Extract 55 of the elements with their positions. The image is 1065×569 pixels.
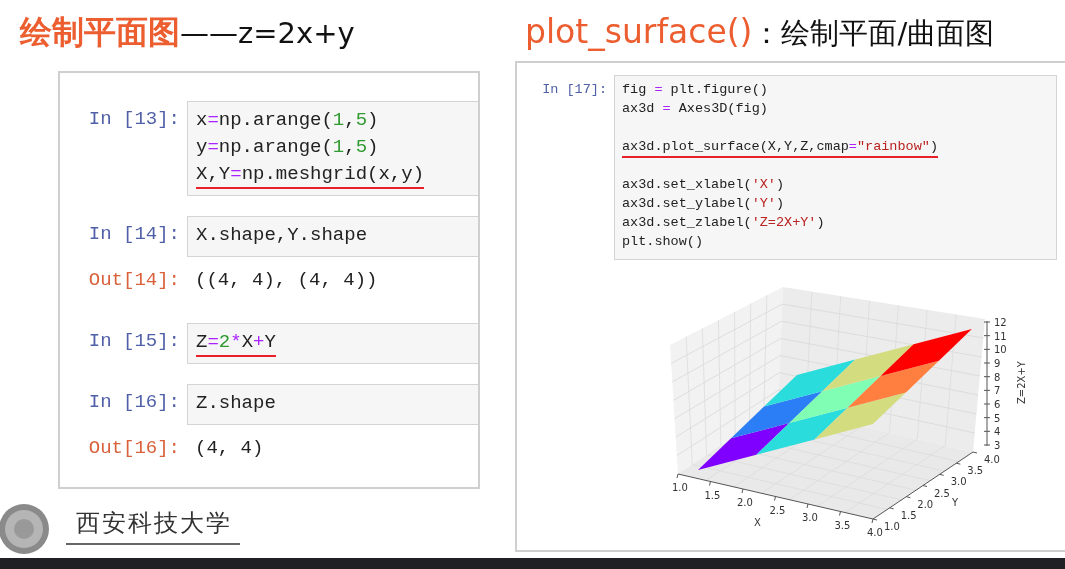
- tick-label: 7: [994, 385, 1001, 397]
- tick-label: 2.0: [737, 497, 753, 508]
- code-cell[interactable]: Z.shape: [187, 384, 478, 425]
- output-text: (4, 4): [194, 437, 264, 459]
- code-cell[interactable]: x=np.arange(1,5) y=np.arange(1,5) X,Y=np.meshgrid(x,y): [187, 101, 478, 196]
- code-line: x=np.arange(1,5): [196, 108, 379, 133]
- tick-label: 1.0: [672, 482, 688, 493]
- tick-label: 2.5: [934, 487, 950, 499]
- tick-label: 1.0: [884, 521, 900, 532]
- input-prompt: In [13]:: [87, 107, 181, 130]
- output-prompt: Out[16]:: [87, 437, 181, 459]
- tick-label: 9: [994, 358, 1001, 369]
- code-line: ax3d = Axes3D(fig): [622, 101, 768, 118]
- code-line: ax3d.set_xlabel('X'): [622, 177, 785, 194]
- input-prompt: In [17]:: [541, 81, 608, 97]
- code-line: ax3d.set_zlabel('Z=2X+Y'): [622, 215, 825, 232]
- code-line: ax3d.set_ylabel('Y'): [622, 196, 785, 213]
- tick-label: 1.5: [900, 509, 917, 521]
- output-text: ((4, 4), (4, 4)): [194, 269, 378, 291]
- code-cell[interactable]: X.shape,Y.shape: [187, 216, 478, 257]
- tick-label: 4: [994, 426, 1001, 438]
- tick-label: 2.5: [769, 504, 786, 516]
- input-prompt: In [14]:: [87, 222, 181, 245]
- code-line: X.shape,Y.shape: [196, 223, 368, 248]
- tick-label: 3: [994, 440, 1001, 451]
- university-seal-icon: [0, 503, 50, 555]
- tick-label: 4.0: [867, 527, 883, 538]
- code-cell[interactable]: Z=2*X+Y: [187, 323, 478, 364]
- axis-label: X: [754, 517, 761, 528]
- slide-title: plot_surface()：绘制平面/曲面图: [525, 11, 995, 53]
- code-cell[interactable]: fig = plt.figure() ax3d = Axes3D(fig) ax3d.plot_surface(X,Y,Z,cmap="rainbow") ax3d.set_xlabel('X') ax3d.set_ylabel('Y') ax3d.set_zlabel('Z=2X+Y') plt.show(): [614, 75, 1057, 260]
- tick-label: 3.0: [802, 512, 818, 523]
- tick-label: 8: [994, 371, 1001, 383]
- input-prompt: In [15]:: [87, 329, 181, 352]
- code-line: plt.show(): [622, 234, 703, 251]
- tick-label: 5: [994, 412, 1001, 424]
- university-name: 西安科技大学: [66, 503, 240, 545]
- output-prompt: Out[14]:: [87, 269, 181, 291]
- tick-label: 10: [994, 344, 1007, 356]
- axis-label: Y: [952, 497, 959, 508]
- tick-label: 3.5: [834, 519, 851, 531]
- code-line: fig = plt.figure(): [622, 82, 768, 99]
- tick-label: 6: [994, 399, 1001, 410]
- slide-title: 绘制平面图——z=2x+y: [20, 12, 355, 53]
- axis-label: Z=2X+Y: [1016, 361, 1027, 404]
- tick-label: 3.0: [950, 476, 967, 488]
- tick-label: 4.0: [984, 454, 1000, 465]
- tick-label: 3.5: [967, 465, 984, 477]
- tick-label: 1.5: [704, 489, 721, 501]
- input-prompt: In [16]:: [87, 390, 181, 413]
- tick-label: 12: [994, 317, 1007, 328]
- code-line: Z.shape: [196, 391, 276, 416]
- tick-label: 2.0: [917, 498, 934, 510]
- tick-label: 11: [994, 330, 1007, 342]
- code-line: y=np.arange(1,5): [196, 135, 379, 160]
